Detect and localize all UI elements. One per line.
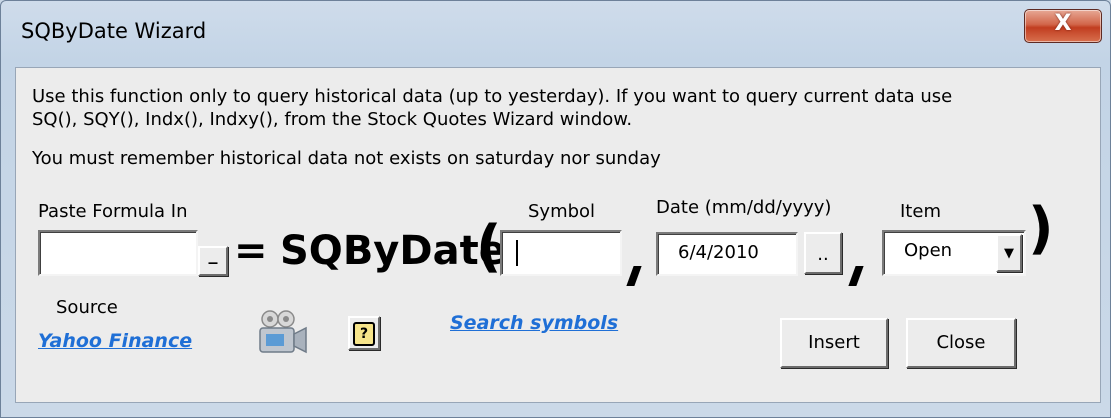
item-value: Open — [904, 240, 953, 261]
video-camera-icon[interactable] — [256, 308, 312, 358]
paste-formula-label: Paste Formula In — [38, 201, 188, 222]
date-value: 6/4/2010 — [678, 242, 759, 263]
close-paren: ) — [1028, 196, 1054, 261]
info-line-3: You must remember historical data not ex… — [32, 148, 661, 169]
info-line-2: SQ(), SQY(), Indx(), Indxy(), from the S… — [32, 109, 633, 130]
paste-formula-input[interactable] — [38, 230, 198, 276]
comma-separator-2 — [848, 266, 864, 286]
search-symbols-link[interactable]: Search symbols — [450, 312, 618, 334]
dialog-body: Use this function only to query historic… — [15, 67, 1101, 403]
comma-separator-1 — [626, 266, 642, 286]
date-label: Date (mm/dd/yyyy) — [656, 197, 832, 218]
symbol-label: Symbol — [528, 201, 596, 222]
function-name: SQByDate — [280, 228, 506, 274]
close-button[interactable]: Close — [906, 318, 1016, 368]
item-label: Item — [900, 201, 941, 222]
close-icon: X — [1054, 11, 1072, 36]
help-button[interactable]: ? — [348, 316, 380, 350]
insert-button[interactable]: Insert — [780, 318, 888, 368]
range-picker-icon: _ — [208, 244, 218, 265]
wizard-window: SQByDate Wizard X Use this function only… — [0, 0, 1111, 418]
title-bar: SQByDate Wizard X — [1, 1, 1110, 71]
range-picker-button[interactable]: _ — [198, 246, 228, 276]
open-paren: ( — [476, 214, 502, 279]
chevron-down-icon: ▼ — [1004, 246, 1014, 261]
equals-sign: = — [234, 228, 268, 274]
source-label: Source — [56, 297, 118, 318]
date-input[interactable]: 6/4/2010 — [656, 232, 798, 276]
window-close-button[interactable]: X — [1024, 9, 1102, 43]
info-line-1: Use this function only to query historic… — [32, 86, 953, 107]
close-button-label: Close — [936, 332, 986, 353]
window-title: SQByDate Wizard — [21, 19, 207, 43]
symbol-input[interactable] — [500, 230, 622, 276]
yahoo-finance-link[interactable]: Yahoo Finance — [38, 330, 192, 352]
insert-button-label: Insert — [808, 332, 860, 353]
help-icon: ? — [353, 322, 375, 346]
date-picker-button[interactable]: .. — [804, 232, 842, 274]
item-dropdown-button[interactable]: ▼ — [996, 234, 1022, 272]
text-cursor — [516, 240, 518, 266]
date-picker-icon: .. — [817, 244, 829, 265]
